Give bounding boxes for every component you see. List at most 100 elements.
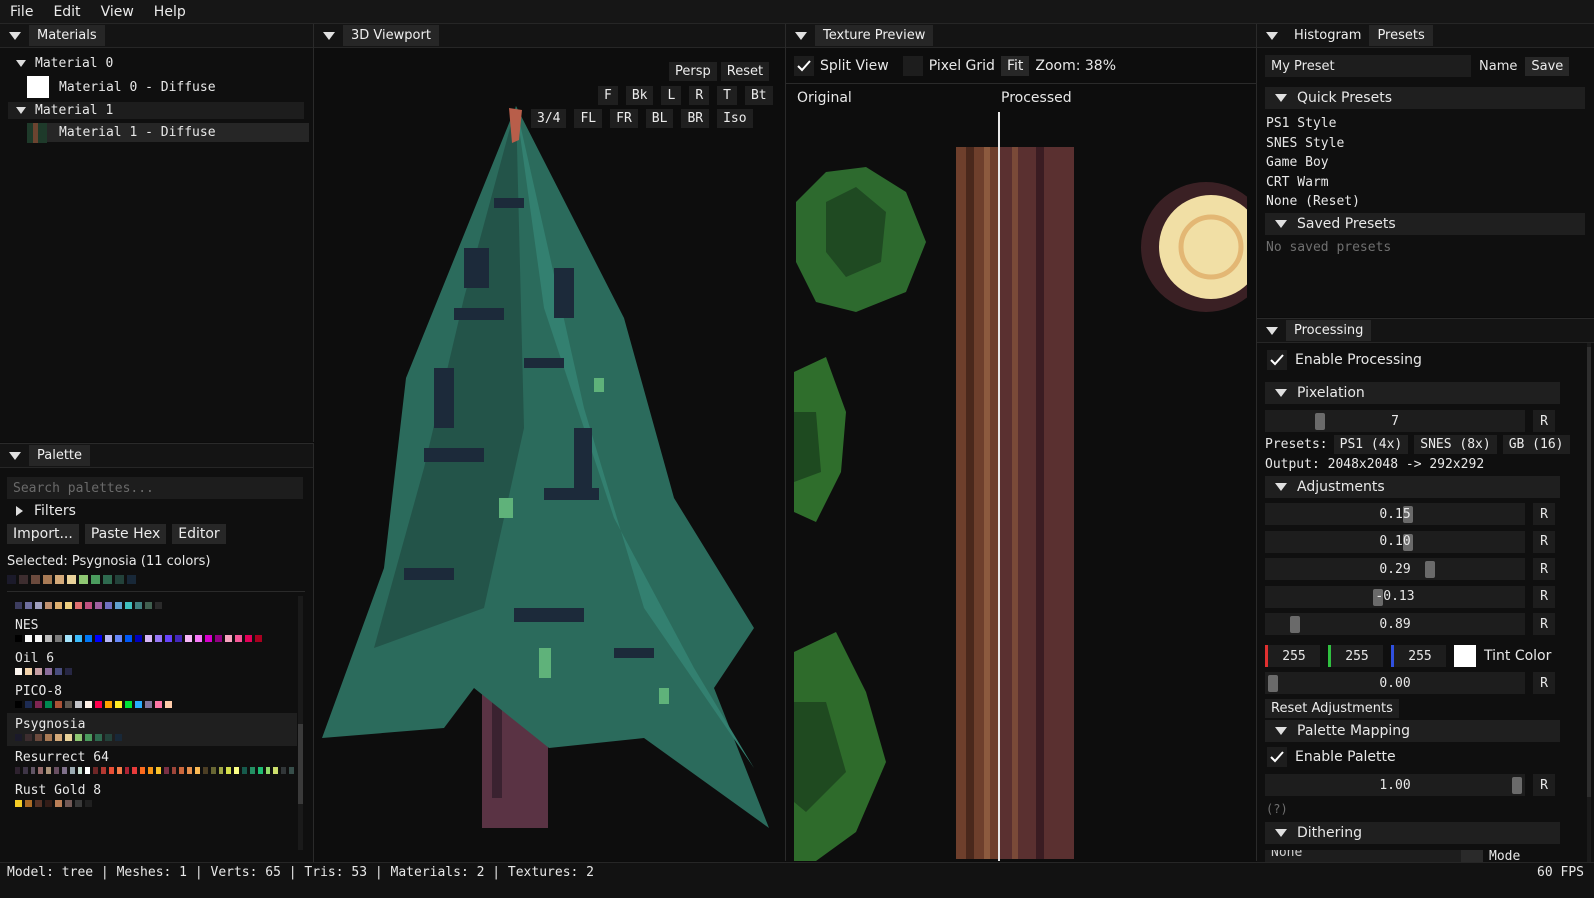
collapse-icon[interactable] xyxy=(795,31,807,40)
color-swatch[interactable] xyxy=(135,701,142,708)
fit-button[interactable]: Fit xyxy=(1000,56,1030,76)
adjustment-slider[interactable]: -0.13 xyxy=(1265,585,1525,608)
editor-button[interactable]: Editor xyxy=(172,524,226,544)
color-swatch[interactable] xyxy=(67,575,76,584)
ps1-preset-button[interactable]: PS1 (4x) xyxy=(1333,435,1409,454)
save-preset-button[interactable]: Save xyxy=(1525,56,1570,76)
color-swatch[interactable] xyxy=(25,635,32,642)
color-swatch[interactable] xyxy=(75,602,82,609)
histogram-tab[interactable]: Histogram xyxy=(1286,25,1369,46)
palette-list-item[interactable]: Resurrect 64 xyxy=(7,746,297,779)
view-front-left-button[interactable]: FL xyxy=(574,109,603,128)
enable-processing-checkbox[interactable] xyxy=(1267,350,1287,370)
reset-tint-button[interactable]: R xyxy=(1533,672,1555,694)
color-swatch[interactable] xyxy=(125,602,132,609)
quick-preset-item[interactable]: None (Reset) xyxy=(1266,192,1360,212)
view-three-quarter-button[interactable]: 3/4 xyxy=(531,109,567,128)
palette-scrollbar[interactable] xyxy=(298,596,303,850)
tree-node-material-1[interactable]: Material 1 xyxy=(8,102,304,119)
menu-help[interactable]: Help xyxy=(144,4,196,20)
slider-knob[interactable] xyxy=(1268,675,1278,692)
quick-preset-item[interactable]: SNES Style xyxy=(1266,134,1360,154)
color-swatch[interactable] xyxy=(235,635,242,642)
color-swatch[interactable] xyxy=(115,602,122,609)
color-swatch[interactable] xyxy=(25,668,32,675)
color-swatch[interactable] xyxy=(38,767,44,774)
tree-leaf-material-0-diffuse[interactable]: Material 0 - Diffuse xyxy=(27,76,216,98)
reset-slider-button[interactable]: R xyxy=(1533,613,1555,635)
dithering-header[interactable]: Dithering xyxy=(1265,822,1560,844)
slider-knob[interactable] xyxy=(1425,561,1435,578)
color-swatch[interactable] xyxy=(65,635,72,642)
color-swatch[interactable] xyxy=(145,635,152,642)
reset-pixelation-button[interactable]: R xyxy=(1533,410,1555,432)
color-swatch[interactable] xyxy=(101,767,106,774)
color-swatch[interactable] xyxy=(85,800,92,807)
split-view-checkbox[interactable] xyxy=(794,56,814,76)
paste-hex-button[interactable]: Paste Hex xyxy=(84,524,167,544)
color-swatch[interactable] xyxy=(55,668,62,675)
color-swatch[interactable] xyxy=(103,575,112,584)
view-left-button[interactable]: L xyxy=(661,86,682,105)
color-swatch[interactable] xyxy=(45,668,52,675)
color-swatch[interactable] xyxy=(35,602,42,609)
color-swatch[interactable] xyxy=(25,734,32,741)
palette-list-item[interactable]: Psygnosia xyxy=(7,713,297,746)
color-swatch[interactable] xyxy=(115,734,122,741)
view-bottom-button[interactable]: Bt xyxy=(744,86,773,105)
color-swatch[interactable] xyxy=(155,767,161,774)
color-swatch[interactable] xyxy=(125,701,132,708)
presets-tab[interactable]: Presets xyxy=(1369,25,1433,46)
view-front-button[interactable]: F xyxy=(598,86,618,105)
color-swatch[interactable] xyxy=(85,635,92,642)
color-swatch[interactable] xyxy=(105,734,112,741)
texture-tab[interactable]: Texture Preview xyxy=(815,25,934,46)
color-swatch[interactable] xyxy=(45,635,52,642)
view-top-button[interactable]: T xyxy=(717,86,737,105)
color-swatch[interactable] xyxy=(54,767,59,774)
color-swatch[interactable] xyxy=(65,800,72,807)
tint-amount-slider[interactable]: 0.00 xyxy=(1265,672,1525,694)
quick-preset-item[interactable]: Game Boy xyxy=(1266,153,1360,173)
color-swatch[interactable] xyxy=(105,635,112,642)
color-swatch[interactable] xyxy=(132,767,138,774)
color-swatch[interactable] xyxy=(195,635,202,642)
color-swatch[interactable] xyxy=(65,701,72,708)
palette-list-item[interactable]: PICO-8 xyxy=(7,680,297,713)
color-swatch[interactable] xyxy=(115,575,124,584)
snes-preset-button[interactable]: SNES (8x) xyxy=(1414,435,1497,454)
pixelation-header[interactable]: Pixelation xyxy=(1265,382,1560,404)
color-swatch[interactable] xyxy=(15,800,22,807)
color-swatch[interactable] xyxy=(35,701,42,708)
color-swatch[interactable] xyxy=(7,575,16,584)
view-right-button[interactable]: R xyxy=(689,86,710,105)
materials-tab[interactable]: Materials xyxy=(29,25,105,46)
color-swatch[interactable] xyxy=(155,635,162,642)
color-swatch[interactable] xyxy=(288,767,294,774)
color-swatch[interactable] xyxy=(148,767,153,774)
color-swatch[interactable] xyxy=(171,767,177,774)
view-back-left-button[interactable]: BL xyxy=(645,109,674,128)
color-swatch[interactable] xyxy=(93,767,99,774)
reset-palette-strength-button[interactable]: R xyxy=(1533,774,1555,796)
quick-preset-item[interactable]: PS1 Style xyxy=(1266,114,1360,134)
viewport-canvas[interactable] xyxy=(314,48,785,861)
tint-blue-input[interactable]: 255 xyxy=(1391,645,1446,667)
color-swatch[interactable] xyxy=(125,635,132,642)
view-back-right-button[interactable]: BR xyxy=(681,109,710,128)
menu-edit[interactable]: Edit xyxy=(43,4,90,20)
color-swatch[interactable] xyxy=(75,701,82,708)
tint-color-swatch[interactable] xyxy=(1454,645,1476,667)
color-swatch[interactable] xyxy=(210,767,216,774)
reset-slider-button[interactable]: R xyxy=(1533,503,1555,525)
color-swatch[interactable] xyxy=(75,800,82,807)
color-swatch[interactable] xyxy=(85,701,92,708)
color-swatch[interactable] xyxy=(55,635,62,642)
color-swatch[interactable] xyxy=(273,767,279,774)
enable-palette-checkbox[interactable] xyxy=(1267,747,1287,767)
color-swatch[interactable] xyxy=(95,635,102,642)
color-swatch[interactable] xyxy=(25,800,32,807)
tree-leaf-material-1-diffuse[interactable]: Material 1 - Diffuse xyxy=(27,122,309,143)
color-swatch[interactable] xyxy=(45,701,52,708)
color-swatch[interactable] xyxy=(145,602,152,609)
